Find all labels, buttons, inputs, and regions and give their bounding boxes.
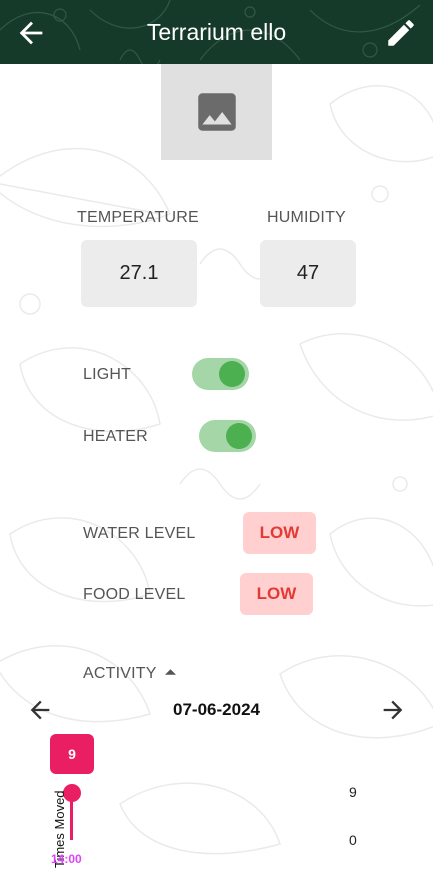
chart-bar bbox=[70, 800, 73, 840]
back-arrow-icon[interactable] bbox=[14, 16, 48, 50]
app-bar: Terrarium ello bbox=[0, 0, 433, 64]
activity-date: 07-06-2024 bbox=[173, 700, 260, 719]
page-title: Terrarium ello bbox=[146, 19, 287, 45]
heater-toggle-switch[interactable] bbox=[199, 420, 256, 452]
temperature-value: 27.1 bbox=[119, 262, 159, 284]
water-level-label: WATER LEVEL bbox=[83, 525, 196, 542]
activity-label: ACTIVITY bbox=[83, 665, 157, 682]
water-level-status-badge: LOW bbox=[243, 512, 316, 554]
next-date-arrow-icon[interactable] bbox=[379, 696, 407, 724]
previous-date-arrow-icon[interactable] bbox=[26, 696, 54, 724]
food-level-status-badge: LOW bbox=[240, 573, 313, 615]
terrarium-image-placeholder[interactable] bbox=[161, 64, 272, 160]
temperature-label: TEMPERATURE bbox=[77, 209, 199, 226]
chart-value-tooltip: 9 bbox=[50, 734, 94, 774]
humidity-value-box: 47 bbox=[260, 240, 356, 307]
food-level-status: LOW bbox=[256, 584, 297, 603]
edit-pencil-icon[interactable] bbox=[384, 16, 418, 50]
temperature-value-box: 27.1 bbox=[81, 240, 197, 307]
food-level-label: FOOD LEVEL bbox=[83, 586, 186, 603]
heater-label: HEATER bbox=[83, 428, 148, 445]
light-toggle-switch[interactable] bbox=[192, 358, 249, 390]
terrarium-detail-content: TEMPERATURE HUMIDITY 27.1 47 LIGHT HEATE… bbox=[0, 0, 433, 872]
heater-toggle-knob bbox=[226, 423, 252, 449]
humidity-label: HUMIDITY bbox=[267, 209, 346, 226]
light-label: LIGHT bbox=[83, 366, 132, 383]
image-placeholder-icon bbox=[197, 93, 236, 131]
activity-toggle[interactable]: ACTIVITY bbox=[83, 665, 176, 683]
water-level-status: LOW bbox=[259, 523, 300, 542]
caret-up-icon bbox=[164, 669, 176, 675]
humidity-value: 47 bbox=[296, 262, 320, 284]
chart-y-tick-max: 9 bbox=[349, 784, 357, 800]
chart-x-tick: 14:00 bbox=[51, 852, 82, 866]
light-toggle-knob bbox=[219, 361, 245, 387]
chart-y-tick-min: 0 bbox=[349, 832, 357, 848]
